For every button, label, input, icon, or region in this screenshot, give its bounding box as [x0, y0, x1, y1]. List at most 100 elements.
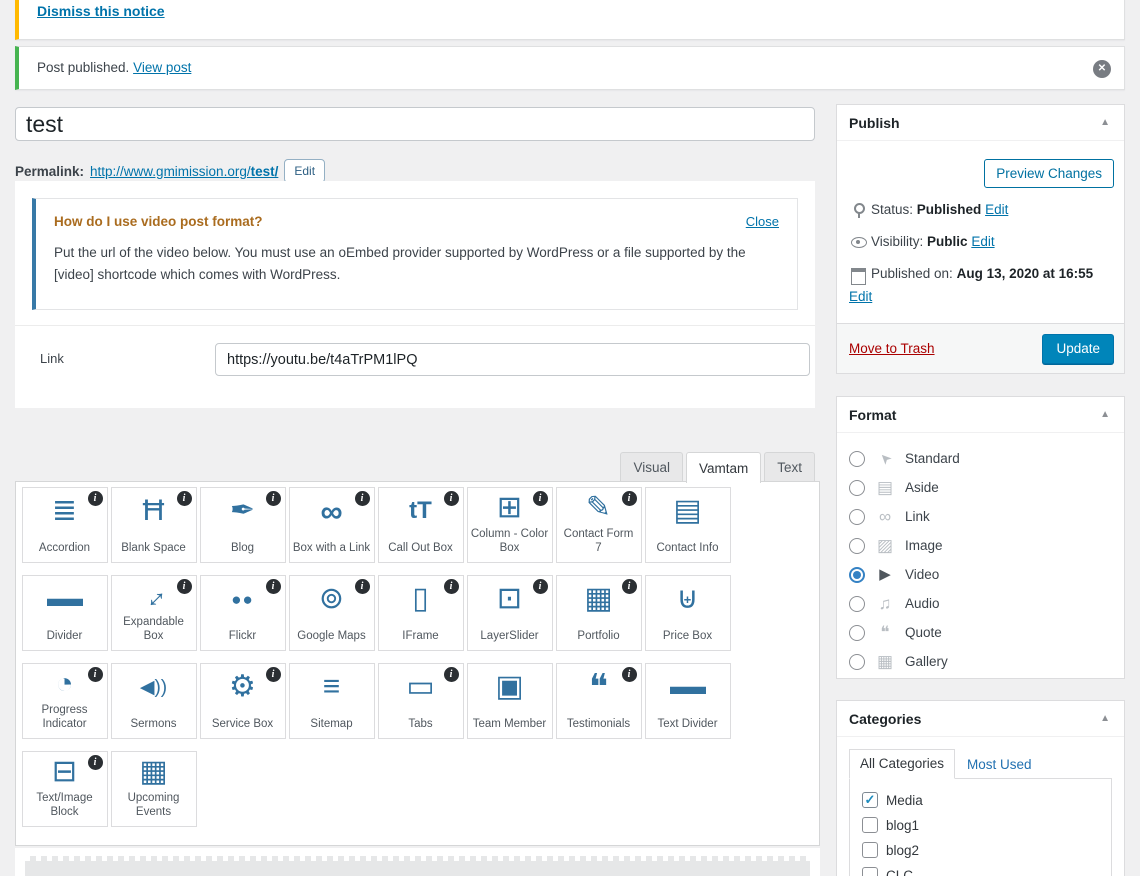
info-icon[interactable]	[266, 667, 281, 682]
builder-tile[interactable]: ∞ Box with a Link	[289, 487, 375, 563]
builder-tile[interactable]: ≣ Accordion	[22, 487, 108, 563]
radio-button[interactable]	[849, 596, 865, 612]
category-item[interactable]: blog2	[862, 842, 1111, 858]
builder-tile[interactable]: ●● Flickr	[200, 575, 286, 651]
builder-tile[interactable]: ▬ Divider	[22, 575, 108, 651]
post-content-area[interactable]	[15, 848, 820, 876]
edit-permalink-button[interactable]: Edit	[284, 159, 325, 183]
info-icon[interactable]	[355, 579, 370, 594]
info-icon[interactable]	[88, 491, 103, 506]
tile-label: Column - Color Box	[468, 528, 552, 562]
info-icon[interactable]	[177, 491, 192, 506]
info-icon[interactable]	[444, 667, 459, 682]
view-post-link[interactable]: View post	[133, 60, 191, 75]
builder-tile[interactable]: ⊞ Column - Color Box	[467, 487, 553, 563]
category-item[interactable]: Media	[862, 792, 1111, 808]
help-title: How do I use video post format?	[54, 214, 263, 229]
builder-tile[interactable]: tT Call Out Box	[378, 487, 464, 563]
format-option[interactable]: ▶ Video	[849, 560, 1112, 589]
radio-button[interactable]	[849, 509, 865, 525]
builder-tile[interactable]: Ħ Blank Space	[111, 487, 197, 563]
info-icon[interactable]	[444, 579, 459, 594]
editor-tab[interactable]: Visual	[620, 452, 683, 482]
builder-tile[interactable]: ▯ IFrame	[378, 575, 464, 651]
checkbox[interactable]	[862, 817, 878, 833]
collapse-arrow-icon[interactable]	[1098, 115, 1112, 130]
builder-tile[interactable]: ▦ Upcoming Events	[111, 751, 197, 827]
format-option[interactable]: ▨ Image	[849, 531, 1112, 560]
builder-tile[interactable]: ⚙ Service Box	[200, 663, 286, 739]
builder-tile[interactable]: ▦ Portfolio	[556, 575, 642, 651]
builder-tile[interactable]: ◔ Progress Indicator	[22, 663, 108, 739]
tab-all-categories[interactable]: All Categories	[849, 749, 955, 779]
builder-tile[interactable]: ≡ Sitemap	[289, 663, 375, 739]
edit-link[interactable]: Edit	[971, 234, 994, 249]
tab-most-used[interactable]: Most Used	[955, 751, 1044, 778]
move-to-trash-link[interactable]: Move to Trash	[849, 341, 935, 356]
published-message: Post published.	[37, 60, 129, 75]
format-option[interactable]: ▤ Aside	[849, 473, 1112, 502]
info-icon[interactable]	[88, 755, 103, 770]
format-option[interactable]: ∞ Link	[849, 502, 1112, 531]
dismiss-notice-link[interactable]: Dismiss this notice	[37, 3, 165, 19]
info-icon[interactable]	[266, 579, 281, 594]
radio-button[interactable]	[849, 625, 865, 641]
info-icon[interactable]	[266, 491, 281, 506]
close-icon[interactable]	[1093, 60, 1111, 78]
checkbox[interactable]	[862, 842, 878, 858]
builder-tile[interactable]: ⊟ Text/Image Block	[22, 751, 108, 827]
tile-label: Text Divider	[654, 710, 720, 738]
preview-changes-button[interactable]: Preview Changes	[984, 159, 1114, 188]
builder-tile[interactable]: ▬ Text Divider	[645, 663, 731, 739]
info-icon[interactable]	[444, 491, 459, 506]
radio-button[interactable]	[849, 567, 865, 583]
info-icon[interactable]	[622, 667, 637, 682]
info-icon[interactable]	[533, 579, 548, 594]
category-item[interactable]: CLC	[862, 867, 1111, 876]
collapse-arrow-icon[interactable]	[1098, 407, 1112, 422]
collapse-arrow-icon[interactable]	[1098, 711, 1112, 726]
tile-label: Contact Form 7	[557, 528, 641, 562]
editor-tab[interactable]: Text	[764, 452, 815, 482]
category-item[interactable]: blog1	[862, 817, 1111, 833]
builder-tile[interactable]: ⊚ Google Maps	[289, 575, 375, 651]
info-icon[interactable]	[622, 579, 637, 594]
update-button[interactable]: Update	[1042, 334, 1114, 364]
permalink-url[interactable]: http://www.gmimission.org/test/	[90, 164, 278, 179]
format-option[interactable]: ▦ Gallery	[849, 647, 1112, 676]
info-icon[interactable]	[355, 491, 370, 506]
checkbox[interactable]	[862, 792, 878, 808]
info-icon[interactable]	[622, 491, 637, 506]
call-out-box-icon: tT	[409, 488, 432, 534]
builder-tile[interactable]: ▣ Team Member	[467, 663, 553, 739]
builder-tile[interactable]: ▭ Tabs	[378, 663, 464, 739]
info-icon[interactable]	[177, 579, 192, 594]
info-icon[interactable]	[88, 667, 103, 682]
builder-tile[interactable]: ⊎ Price Box	[645, 575, 731, 651]
builder-tile[interactable]: ✒ Blog	[200, 487, 286, 563]
help-body-text: Put the url of the video below. You must…	[54, 242, 772, 287]
eye-icon	[849, 234, 871, 250]
builder-tile[interactable]: ❝ Testimoni­als	[556, 663, 642, 739]
video-link-input[interactable]	[215, 343, 810, 376]
builder-tile[interactable]: ⊡ LayerSlider	[467, 575, 553, 651]
builder-tile[interactable]: ↔ Expandable Box	[111, 575, 197, 651]
format-option[interactable]: ♫ Audio	[849, 589, 1112, 618]
radio-button[interactable]	[849, 451, 865, 467]
help-close-link[interactable]: Close	[746, 214, 779, 229]
edit-link[interactable]: Edit	[985, 202, 1008, 217]
post-title-input[interactable]	[15, 107, 815, 141]
format-label: Image	[905, 538, 943, 553]
builder-tile[interactable]: ✎ Contact Form 7	[556, 487, 642, 563]
builder-tile[interactable]: ◀)) Sermons	[111, 663, 197, 739]
radio-button[interactable]	[849, 538, 865, 554]
format-option[interactable]: ➤ Standard	[849, 444, 1112, 473]
editor-tab[interactable]: Vamtam	[686, 452, 761, 483]
format-option[interactable]: ❝ Quote	[849, 618, 1112, 647]
edit-link[interactable]: Edit	[849, 289, 872, 304]
radio-button[interactable]	[849, 654, 865, 670]
radio-button[interactable]	[849, 480, 865, 496]
info-icon[interactable]	[533, 491, 548, 506]
checkbox[interactable]	[862, 867, 878, 876]
builder-tile[interactable]: ▤ Contact Info	[645, 487, 731, 563]
